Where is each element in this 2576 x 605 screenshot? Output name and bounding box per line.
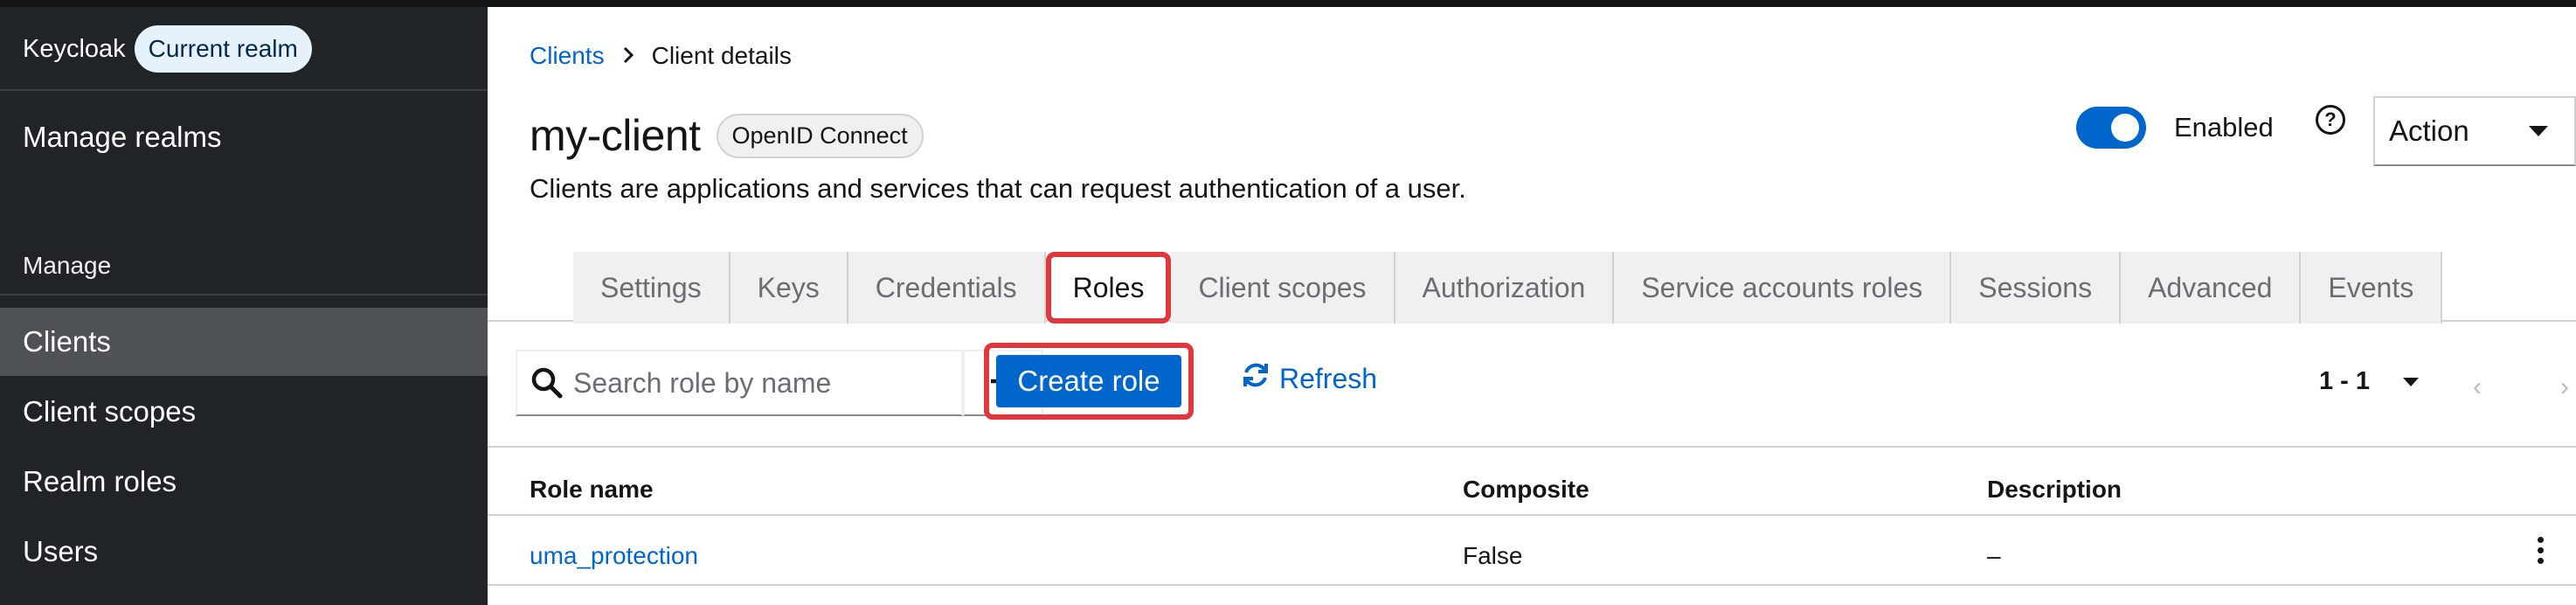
refresh-button[interactable]: Refresh xyxy=(1241,360,1377,397)
tab-credentials[interactable]: Credentials xyxy=(848,252,1046,323)
refresh-label: Refresh xyxy=(1279,362,1378,394)
composite-value: False xyxy=(1463,542,1523,569)
tab-bar: Settings Keys Credentials Roles Client s… xyxy=(573,252,2443,323)
caret-down-icon xyxy=(2403,377,2420,386)
sidebar-item-manage-realms[interactable]: Manage realms xyxy=(23,121,221,154)
caret-down-icon xyxy=(2529,126,2548,136)
toolbar-divider xyxy=(488,446,2576,448)
breadcrumb-clients-link[interactable]: Clients xyxy=(530,42,605,70)
action-dropdown[interactable]: Action xyxy=(2373,96,2576,166)
role-name-link[interactable]: uma_protection xyxy=(530,542,698,570)
kebab-menu-icon[interactable] xyxy=(2536,537,2545,568)
sidebar-item-clients[interactable]: Clients xyxy=(0,308,488,376)
column-header-description: Description xyxy=(1987,476,2122,503)
sidebar-item-label: Users xyxy=(23,535,99,567)
pagination-label: 1 - 1 xyxy=(2319,367,2371,395)
toggle-knob xyxy=(2111,114,2139,142)
next-page-icon[interactable]: › xyxy=(2560,372,2569,402)
enabled-toggle[interactable] xyxy=(2076,107,2146,149)
create-role-button[interactable]: Create role xyxy=(996,355,1181,407)
sidebar-item-users[interactable]: Users xyxy=(0,518,488,586)
sidebar-item-client-scopes[interactable]: Client scopes xyxy=(0,378,488,446)
sidebar-section-manage: Manage xyxy=(23,252,112,279)
pagination-toggle[interactable]: 1 - 1 xyxy=(2319,367,2420,396)
action-dropdown-label: Action xyxy=(2389,115,2469,147)
sidebar: Keycloak Current realm Manage realms Man… xyxy=(0,7,488,605)
search-box xyxy=(516,350,963,416)
tab-settings[interactable]: Settings xyxy=(573,252,731,323)
main-content: Clients Client details my-client OpenID … xyxy=(488,7,2576,605)
top-bar xyxy=(0,0,2576,7)
enabled-label: Enabled xyxy=(2174,112,2274,143)
current-realm-badge: Current realm xyxy=(134,25,312,73)
table-header-divider xyxy=(488,514,2576,516)
tab-roles[interactable]: Roles xyxy=(1045,252,1172,323)
sidebar-item-label: Clients xyxy=(23,325,111,358)
search-icon xyxy=(530,365,564,400)
table-row-divider xyxy=(488,584,2576,586)
tab-sessions[interactable]: Sessions xyxy=(1951,252,2122,323)
description-value: – xyxy=(1987,542,2001,569)
column-header-role-name[interactable]: Role name xyxy=(530,476,654,504)
page-subtitle: Clients are applications and services th… xyxy=(530,173,1466,204)
tab-events[interactable]: Events xyxy=(2301,252,2443,323)
tab-client-scopes[interactable]: Client scopes xyxy=(1171,252,1395,323)
brand-name: Keycloak xyxy=(23,34,126,63)
page-title: my-client xyxy=(530,111,701,160)
previous-page-icon[interactable]: ‹ xyxy=(2473,372,2482,402)
sidebar-divider xyxy=(0,89,488,91)
breadcrumb-current: Client details xyxy=(651,42,792,69)
tab-advanced[interactable]: Advanced xyxy=(2121,252,2302,323)
sidebar-item-realm-roles[interactable]: Realm roles xyxy=(0,448,488,516)
chevron-right-icon xyxy=(622,43,634,70)
realm-selector[interactable]: Keycloak Current realm xyxy=(23,23,312,75)
tab-service-accounts-roles[interactable]: Service accounts roles xyxy=(1614,252,1952,323)
column-header-composite: Composite xyxy=(1463,476,1589,503)
sidebar-item-label: Realm roles xyxy=(23,465,177,497)
protocol-badge: OpenID Connect xyxy=(716,113,924,158)
sidebar-divider xyxy=(0,294,488,296)
search-input[interactable] xyxy=(573,366,870,400)
refresh-icon xyxy=(1241,360,1271,397)
create-role-highlight: Create role xyxy=(984,343,1194,420)
tab-keys[interactable]: Keys xyxy=(730,252,848,323)
title-row: my-client OpenID Connect xyxy=(530,110,924,161)
tab-authorization[interactable]: Authorization xyxy=(1395,252,1615,323)
help-icon[interactable]: ? xyxy=(2316,105,2345,135)
breadcrumb: Clients Client details xyxy=(530,42,792,70)
sidebar-item-label: Client scopes xyxy=(23,395,197,428)
